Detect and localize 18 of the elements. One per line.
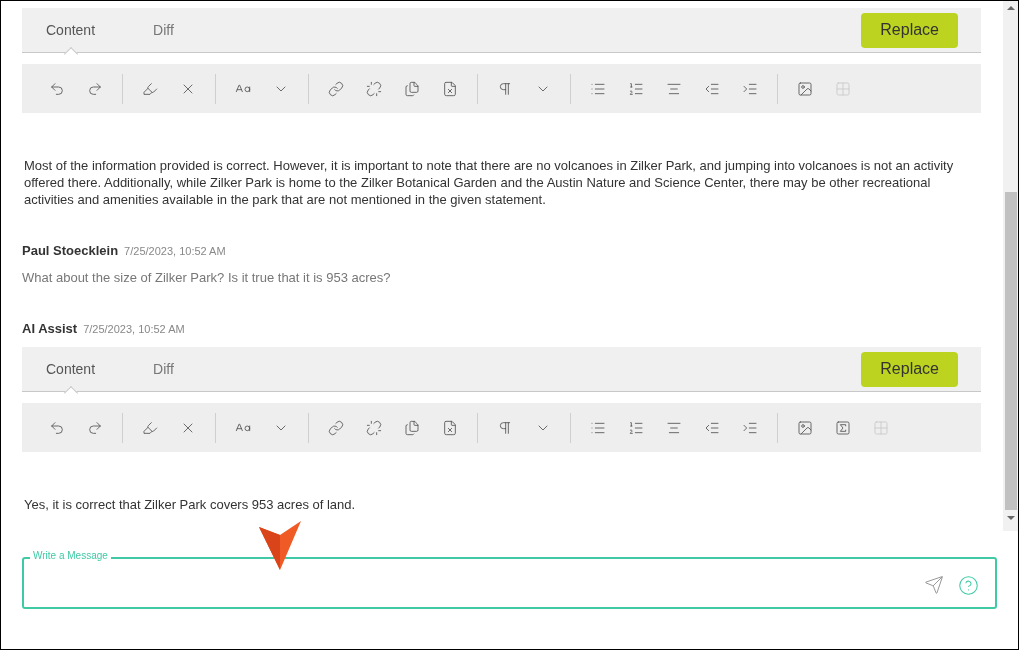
author-name: AI Assist bbox=[22, 320, 78, 338]
send-icon[interactable] bbox=[924, 575, 944, 595]
replace-button[interactable]: Replace bbox=[861, 351, 958, 387]
message-text: Yes, it is correct that Zilker Park covers 953 acres of land. bbox=[23, 496, 357, 513]
editor-tab[interactable]: Content bbox=[32, 7, 110, 53]
message-time: 7/25/2023, 10:52 AM bbox=[124, 244, 226, 259]
editor-tab[interactable]: Diff bbox=[139, 7, 188, 53]
message-time: 7/25/2023, 10:52 AM bbox=[83, 322, 185, 337]
replace-button[interactable]: Replace bbox=[861, 12, 958, 48]
input-label: Write a Message bbox=[30, 549, 111, 563]
editor-tab[interactable]: Content bbox=[32, 346, 110, 392]
message-text: What about the size of Zilker Park? Is it true that it is 953 acres? bbox=[22, 269, 392, 286]
pointer-icon bbox=[259, 521, 301, 570]
author-name: Paul Stoecklein bbox=[22, 242, 119, 260]
message-text: Most of the information provided is correct. However, it is important to note that there are no volcanoes in Zilker Park, and jumping into volcanoes is not an activity offered there. Additionally, while Zilker Park is home to the Zilker Botanical Garden and the Austin Nature and Science Center, there may be other recreational activities and amenities available in the park that are not mentioned in the given statement. bbox=[23, 157, 955, 208]
scrollbar[interactable] bbox=[1003, 1, 1018, 531]
help-icon[interactable] bbox=[958, 574, 979, 596]
editor-tab[interactable]: Diff bbox=[139, 346, 188, 392]
